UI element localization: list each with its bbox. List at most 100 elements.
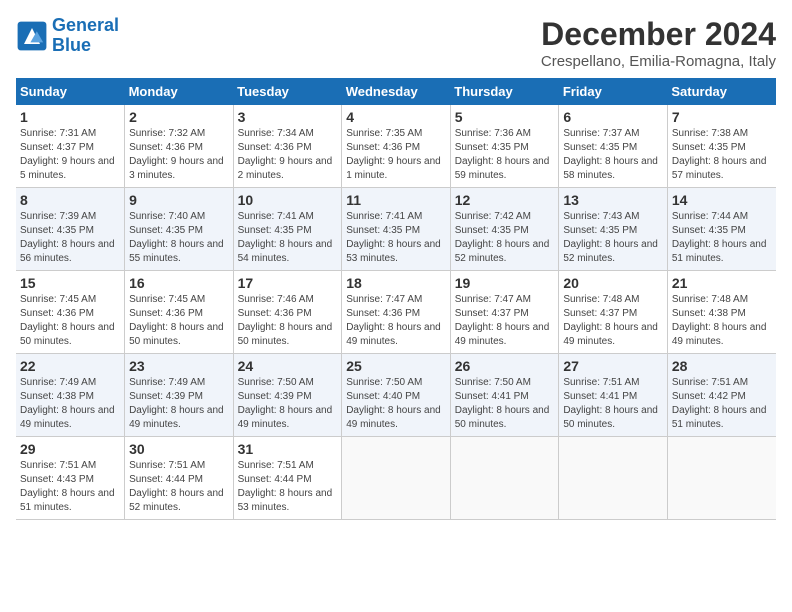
calendar-cell: 18 Sunrise: 7:47 AMSunset: 4:36 PMDayligh…	[342, 271, 451, 354]
calendar-cell: 3 Sunrise: 7:34 AMSunset: 4:36 PMDaylight…	[233, 105, 342, 188]
calendar-cell: 31 Sunrise: 7:51 AMSunset: 4:44 PMDayligh…	[233, 437, 342, 520]
day-info: Sunrise: 7:38 AMSunset: 4:35 PMDaylight:…	[672, 127, 772, 183]
day-number: 19	[455, 275, 555, 291]
calendar-cell: 21 Sunrise: 7:48 AMSunset: 4:38 PMDayligh…	[667, 271, 776, 354]
calendar-cell: 2 Sunrise: 7:32 AMSunset: 4:36 PMDaylight…	[125, 105, 234, 188]
calendar-row: 22 Sunrise: 7:49 AMSunset: 4:38 PMDayligh…	[16, 354, 776, 437]
calendar-cell: 26 Sunrise: 7:50 AMSunset: 4:41 PMDayligh…	[450, 354, 559, 437]
logo: General Blue	[16, 16, 119, 56]
calendar-row: 1 Sunrise: 7:31 AMSunset: 4:37 PMDaylight…	[16, 105, 776, 188]
day-info: Sunrise: 7:46 AMSunset: 4:36 PMDaylight:…	[238, 293, 338, 349]
day-info: Sunrise: 7:50 AMSunset: 4:40 PMDaylight:…	[346, 376, 446, 432]
header-tuesday: Tuesday	[233, 78, 342, 105]
day-number: 31	[238, 441, 338, 457]
header-wednesday: Wednesday	[342, 78, 451, 105]
day-number: 20	[563, 275, 663, 291]
day-info: Sunrise: 7:32 AMSunset: 4:36 PMDaylight:…	[129, 127, 229, 183]
calendar-cell: 22 Sunrise: 7:49 AMSunset: 4:38 PMDayligh…	[16, 354, 125, 437]
day-info: Sunrise: 7:39 AMSunset: 4:35 PMDaylight:…	[20, 210, 120, 266]
calendar-cell: 6 Sunrise: 7:37 AMSunset: 4:35 PMDaylight…	[559, 105, 668, 188]
calendar-cell: 5 Sunrise: 7:36 AMSunset: 4:35 PMDaylight…	[450, 105, 559, 188]
day-info: Sunrise: 7:35 AMSunset: 4:36 PMDaylight:…	[346, 127, 446, 183]
calendar-cell	[342, 437, 451, 520]
calendar-cell: 23 Sunrise: 7:49 AMSunset: 4:39 PMDayligh…	[125, 354, 234, 437]
calendar-cell: 15Sunrise: 7:45 AMSunset: 4:36 PMDayligh…	[16, 271, 125, 354]
day-info: Sunrise: 7:41 AMSunset: 4:35 PMDaylight:…	[346, 210, 446, 266]
day-info: Sunrise: 7:40 AMSunset: 4:35 PMDaylight:…	[129, 210, 229, 266]
calendar-cell: 7 Sunrise: 7:38 AMSunset: 4:35 PMDaylight…	[667, 105, 776, 188]
day-number: 4	[346, 109, 446, 125]
day-number: 1	[20, 109, 120, 125]
day-info: Sunrise: 7:31 AMSunset: 4:37 PMDaylight:…	[20, 127, 120, 183]
day-info: Sunrise: 7:50 AMSunset: 4:39 PMDaylight:…	[238, 376, 338, 432]
day-number: 24	[238, 358, 338, 374]
day-number: 25	[346, 358, 446, 374]
day-info: Sunrise: 7:51 AMSunset: 4:44 PMDaylight:…	[238, 459, 338, 515]
day-number: 28	[672, 358, 772, 374]
day-info: Sunrise: 7:43 AMSunset: 4:35 PMDaylight:…	[563, 210, 663, 266]
calendar-cell	[450, 437, 559, 520]
day-info: Sunrise: 7:34 AMSunset: 4:36 PMDaylight:…	[238, 127, 338, 183]
calendar-row: 15Sunrise: 7:45 AMSunset: 4:36 PMDayligh…	[16, 271, 776, 354]
calendar-cell: 28 Sunrise: 7:51 AMSunset: 4:42 PMDayligh…	[667, 354, 776, 437]
calendar-cell: 30Sunrise: 7:51 AMSunset: 4:44 PMDayligh…	[125, 437, 234, 520]
month-title: December 2024	[541, 16, 776, 53]
day-info: Sunrise: 7:48 AMSunset: 4:38 PMDaylight:…	[672, 293, 772, 349]
logo-icon	[16, 20, 48, 52]
calendar-cell: 8 Sunrise: 7:39 AMSunset: 4:35 PMDaylight…	[16, 188, 125, 271]
header-sunday: Sunday	[16, 78, 125, 105]
day-info: Sunrise: 7:51 AMSunset: 4:41 PMDaylight:…	[563, 376, 663, 432]
calendar-cell: 24 Sunrise: 7:50 AMSunset: 4:39 PMDayligh…	[233, 354, 342, 437]
day-number: 29	[20, 441, 120, 457]
calendar-cell: 9 Sunrise: 7:40 AMSunset: 4:35 PMDaylight…	[125, 188, 234, 271]
calendar-cell: 16 Sunrise: 7:45 AMSunset: 4:36 PMDayligh…	[125, 271, 234, 354]
calendar-cell: 1 Sunrise: 7:31 AMSunset: 4:37 PMDaylight…	[16, 105, 125, 188]
day-info: Sunrise: 7:47 AMSunset: 4:36 PMDaylight:…	[346, 293, 446, 349]
calendar-row: 29Sunrise: 7:51 AMSunset: 4:43 PMDayligh…	[16, 437, 776, 520]
day-number: 8	[20, 192, 120, 208]
day-info: Sunrise: 7:41 AMSunset: 4:35 PMDaylight:…	[238, 210, 338, 266]
day-number: 18	[346, 275, 446, 291]
logo-text: General Blue	[52, 16, 119, 56]
day-number: 11	[346, 192, 446, 208]
day-info: Sunrise: 7:51 AMSunset: 4:42 PMDaylight:…	[672, 376, 772, 432]
day-number: 6	[563, 109, 663, 125]
day-number: 14	[672, 192, 772, 208]
day-number: 23	[129, 358, 229, 374]
day-info: Sunrise: 7:49 AMSunset: 4:39 PMDaylight:…	[129, 376, 229, 432]
day-info: Sunrise: 7:45 AMSunset: 4:36 PMDaylight:…	[20, 293, 120, 349]
header-thursday: Thursday	[450, 78, 559, 105]
calendar-cell: 12Sunrise: 7:42 AMSunset: 4:35 PMDayligh…	[450, 188, 559, 271]
day-number: 13	[563, 192, 663, 208]
day-number: 3	[238, 109, 338, 125]
day-number: 16	[129, 275, 229, 291]
day-info: Sunrise: 7:45 AMSunset: 4:36 PMDaylight:…	[129, 293, 229, 349]
day-number: 26	[455, 358, 555, 374]
calendar-table: Sunday Monday Tuesday Wednesday Thursday…	[16, 78, 776, 520]
location: Crespellano, Emilia-Romagna, Italy	[541, 53, 776, 70]
day-number: 21	[672, 275, 772, 291]
day-number: 10	[238, 192, 338, 208]
day-number: 7	[672, 109, 772, 125]
day-info: Sunrise: 7:44 AMSunset: 4:35 PMDaylight:…	[672, 210, 772, 266]
day-number: 5	[455, 109, 555, 125]
calendar-cell: 20Sunrise: 7:48 AMSunset: 4:37 PMDayligh…	[559, 271, 668, 354]
header-monday: Monday	[125, 78, 234, 105]
day-info: Sunrise: 7:49 AMSunset: 4:38 PMDaylight:…	[20, 376, 120, 432]
header-friday: Friday	[559, 78, 668, 105]
day-info: Sunrise: 7:50 AMSunset: 4:41 PMDaylight:…	[455, 376, 555, 432]
header-saturday: Saturday	[667, 78, 776, 105]
calendar-cell: 25 Sunrise: 7:50 AMSunset: 4:40 PMDayligh…	[342, 354, 451, 437]
calendar-cell: 19Sunrise: 7:47 AMSunset: 4:37 PMDayligh…	[450, 271, 559, 354]
day-info: Sunrise: 7:37 AMSunset: 4:35 PMDaylight:…	[563, 127, 663, 183]
day-number: 9	[129, 192, 229, 208]
weekday-header-row: Sunday Monday Tuesday Wednesday Thursday…	[16, 78, 776, 105]
calendar-cell: 29Sunrise: 7:51 AMSunset: 4:43 PMDayligh…	[16, 437, 125, 520]
page-header: General Blue December 2024 Crespellano, …	[16, 16, 776, 70]
day-number: 2	[129, 109, 229, 125]
day-number: 22	[20, 358, 120, 374]
calendar-cell: 27Sunrise: 7:51 AMSunset: 4:41 PMDayligh…	[559, 354, 668, 437]
day-number: 30	[129, 441, 229, 457]
day-number: 12	[455, 192, 555, 208]
day-info: Sunrise: 7:36 AMSunset: 4:35 PMDaylight:…	[455, 127, 555, 183]
